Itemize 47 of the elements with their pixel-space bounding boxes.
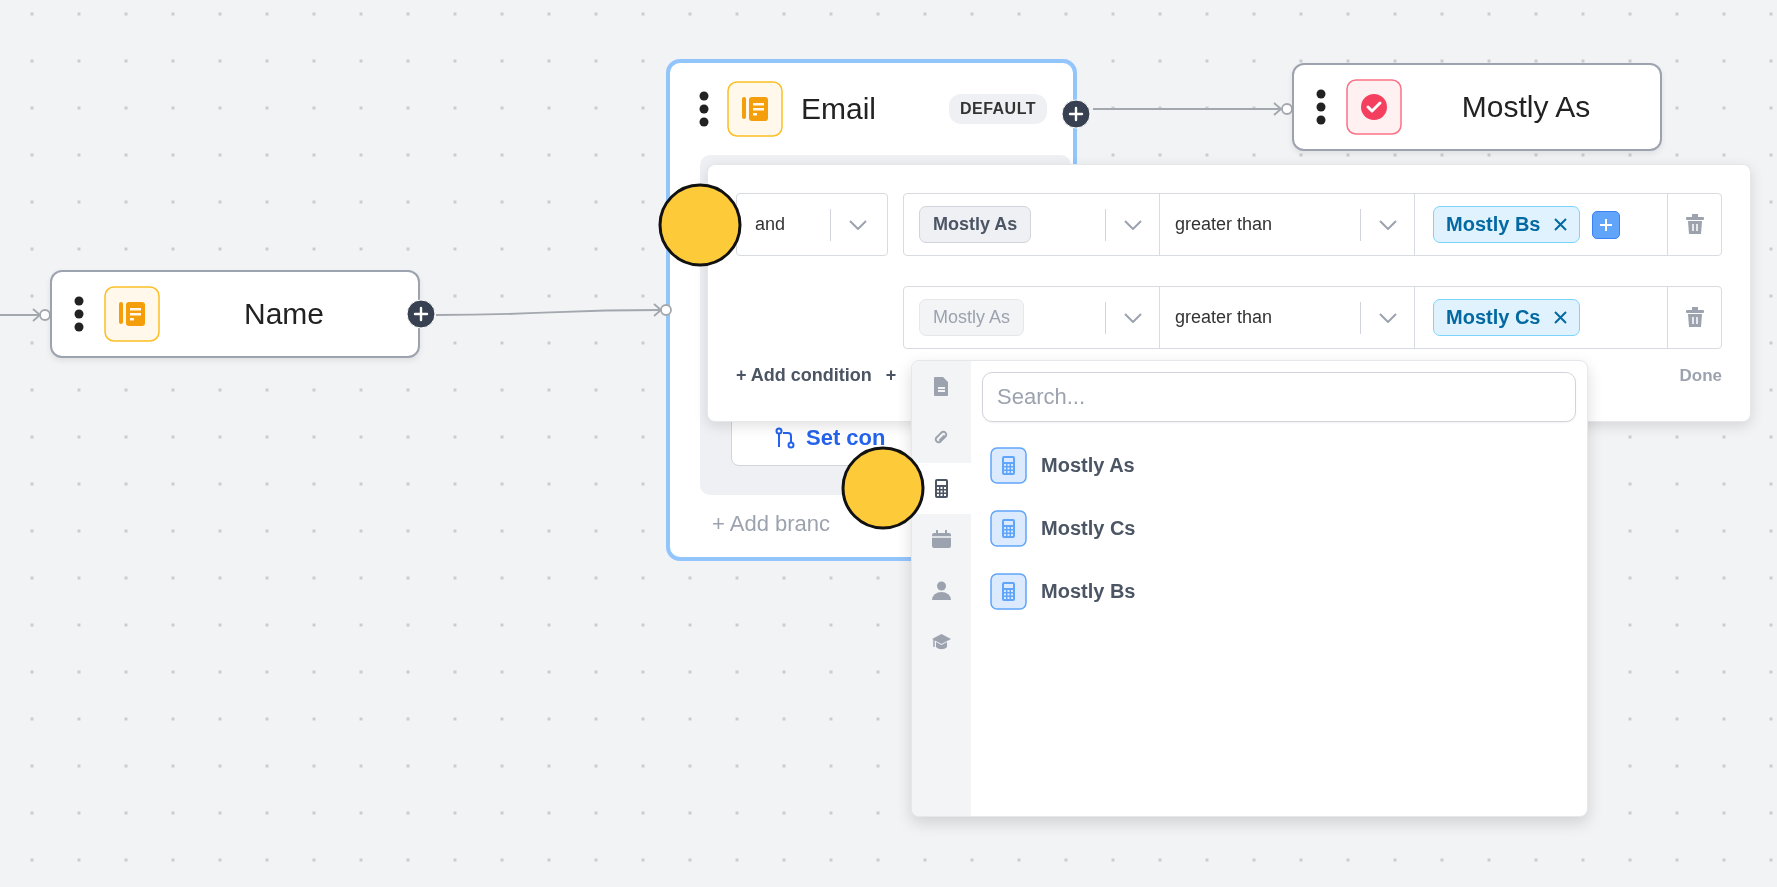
value-tag: Mostly Cs <box>1433 299 1581 336</box>
connection-handle[interactable] <box>660 304 672 316</box>
field-tag: Mostly As <box>919 206 1032 243</box>
calculator-icon <box>990 447 1027 484</box>
chevron-down-icon <box>1124 219 1142 230</box>
graduation-cap-icon <box>931 631 952 652</box>
connection-handle[interactable] <box>39 309 51 321</box>
add-node-button[interactable] <box>406 299 436 329</box>
node-card[interactable]: Name <box>50 270 420 358</box>
branch-icon <box>774 427 796 449</box>
trash-icon[interactable] <box>1685 307 1704 328</box>
drag-handle-icon[interactable] <box>74 296 84 332</box>
form-icon <box>727 81 783 137</box>
add-node-button[interactable] <box>1061 99 1091 129</box>
chevron-down-icon <box>1124 312 1142 323</box>
value-tag: Mostly Bs <box>1433 206 1581 243</box>
chevron-down-icon <box>849 219 867 230</box>
trash-icon[interactable] <box>1685 214 1704 235</box>
node-title: Email <box>801 92 877 126</box>
field-select[interactable]: Mostly As <box>904 194 1160 255</box>
field-option[interactable]: Mostly Bs <box>982 560 1576 623</box>
drag-handle-icon[interactable] <box>699 91 709 127</box>
field-tag: Mostly As <box>919 299 1025 336</box>
connector-arrow <box>0 308 42 322</box>
calculator-icon <box>990 573 1027 610</box>
add-group-link[interactable]: + <box>885 365 897 386</box>
calendar-icon <box>931 529 952 550</box>
add-condition-link[interactable]: + Add condition <box>736 365 872 386</box>
node-title: Mostly As <box>1460 90 1592 124</box>
field-option[interactable]: Mostly As <box>982 434 1576 497</box>
value-field[interactable]: Mostly Bs <box>1415 194 1668 255</box>
plus-icon <box>1600 218 1613 231</box>
chevron-down-icon <box>1379 312 1397 323</box>
form-icon <box>104 286 160 342</box>
field-option[interactable]: Mostly Cs <box>982 497 1576 560</box>
calculator-icon <box>990 510 1027 547</box>
person-icon <box>931 580 952 601</box>
search-field[interactable]: Search... <box>982 372 1576 422</box>
close-icon[interactable] <box>1554 218 1568 231</box>
connection-handle[interactable] <box>1281 103 1293 115</box>
node-title: Name <box>243 297 325 331</box>
drag-handle-icon[interactable] <box>1316 89 1326 125</box>
node-card[interactable]: Mostly As <box>1292 63 1662 151</box>
chevron-down-icon <box>1379 219 1397 230</box>
operator-select[interactable]: greater than <box>1160 194 1415 255</box>
default-badge: DEFAULT <box>948 94 1047 124</box>
add-value-button[interactable] <box>1592 210 1621 239</box>
